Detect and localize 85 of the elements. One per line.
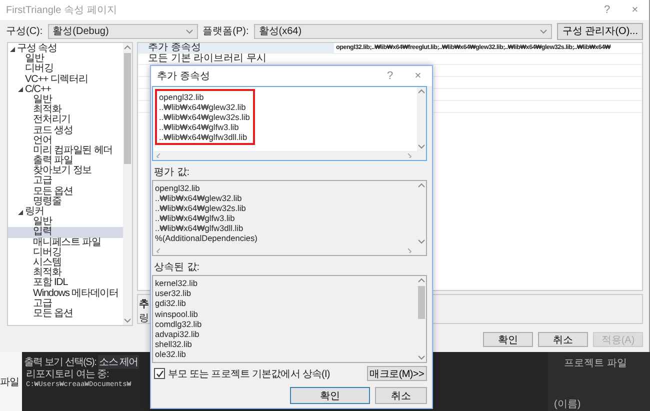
tree-item[interactable]: 고급 <box>8 176 123 187</box>
help-button[interactable]: ? <box>593 0 621 20</box>
tree-item[interactable]: C/C++ <box>8 84 123 95</box>
configuration-label: 구성(C): <box>6 25 43 38</box>
tree-item[interactable]: 시스템 <box>8 258 123 268</box>
dependencies-field[interactable]: opengl32.lib ..₩lib₩x64₩glew32.lib ..₩lib₩x64₩glew32s.lib ..₩lib₩x64₩glfw3.lib ..₩lib₩x64₩glfw3dll.lib <box>152 86 427 161</box>
tree-item[interactable]: 찾아보기 정보 <box>8 166 123 176</box>
scrollbar[interactable] <box>417 87 426 151</box>
window-title: FirstTriangle 속성 페이지 <box>6 4 117 17</box>
side-tab[interactable]: 파일 <box>0 374 19 388</box>
scrollbar[interactable] <box>123 43 132 325</box>
tree-item[interactable]: VC++ 디렉터리 <box>8 74 123 85</box>
list-line: gdi32.lib <box>155 298 187 309</box>
tree-item[interactable]: 구성 속성 <box>8 44 123 54</box>
property-name[interactable]: 모든 기본 라이브러리 무시 <box>138 54 334 64</box>
tree-item[interactable]: 코드 생성 <box>8 126 123 136</box>
list-line: ..₩lib₩x64₩glfw3.lib <box>155 213 236 223</box>
tree-item[interactable]: 미리 컴파일된 헤더 <box>8 146 123 156</box>
output-line: 리포지토리 여는 중: <box>25 369 109 380</box>
tree-item[interactable]: 출력 파일 <box>8 156 123 166</box>
tree-item[interactable]: 포함 IDL <box>8 278 123 288</box>
tree-item[interactable]: 입력 <box>8 227 123 238</box>
close-button[interactable]: × <box>404 66 432 86</box>
scrollbar-thumb[interactable] <box>124 53 131 164</box>
tree-item[interactable]: 디버깅 <box>8 248 123 258</box>
tree-item[interactable]: 전처리기 <box>8 115 123 126</box>
tree-item[interactable]: 언어 <box>8 136 123 146</box>
dialog-button[interactable]: 취소 <box>375 387 427 404</box>
list-line: opengl32.lib <box>155 183 201 193</box>
field-line: ..₩lib₩x64₩glew32.lib <box>159 102 247 112</box>
list-line: ole32.lib <box>155 349 187 360</box>
list-line: user32.lib <box>155 288 192 298</box>
tree-item[interactable]: 모든 옵션 <box>8 186 123 197</box>
expand-arrow-icon[interactable] <box>10 46 15 52</box>
checkbox[interactable] <box>154 368 165 379</box>
dialog-title: 추가 종속성 <box>157 70 210 83</box>
property-item: 프로젝트 파일 <box>563 357 628 370</box>
tree-item[interactable]: 고급 <box>8 298 123 309</box>
platform-label: 플랫폼(P): <box>202 25 249 38</box>
tree-item[interactable]: 명령줄 <box>8 196 123 207</box>
list-line: comdlg32.lib <box>155 318 203 330</box>
field-line: ..₩lib₩x64₩glfw3.lib <box>159 122 240 132</box>
evaluated-label: 평가 값: <box>153 166 191 180</box>
tree-item[interactable]: 링커 <box>8 207 123 218</box>
tree-item[interactable]: Windows 메타데이터 <box>8 288 123 299</box>
dialog-button[interactable]: 확인 <box>290 387 370 404</box>
list-line: ..₩lib₩x64₩glew32.lib <box>155 193 243 203</box>
list-line: ..₩lib₩x64₩glew32s.lib <box>155 203 247 213</box>
macro-button[interactable]: 매크로(M)>> <box>366 366 427 381</box>
dialog-button[interactable]: 취소 <box>538 332 588 347</box>
platform-dropdown[interactable]: 활성(x64) <box>254 24 552 38</box>
field-line: ..₩lib₩x64₩glew32s.lib <box>159 112 250 122</box>
configuration-dropdown[interactable]: 활성(Debug) <box>48 24 198 38</box>
tree-item[interactable]: 최적화 <box>8 268 123 278</box>
list-line: ..₩lib₩x64₩glfw3dll.lib <box>155 223 244 233</box>
tree-item[interactable]: 일반 <box>8 54 123 64</box>
help-button[interactable]: ? <box>376 66 404 86</box>
tree-item[interactable]: 최적화 <box>8 105 123 116</box>
scrollbar-thumb[interactable] <box>418 286 425 319</box>
output-source-dropdown[interactable]: 소스 제어 <box>98 355 139 369</box>
configuration-manager-button[interactable]: 구성 관리자(O)... <box>557 22 643 40</box>
tree-item[interactable]: 모든 옵션 <box>8 308 123 320</box>
list-line: shell32.lib <box>155 339 193 350</box>
property-name-label: (이름) <box>554 398 582 411</box>
inherited-label: 상속된 값: <box>153 261 201 275</box>
list-line: kernel32.lib <box>155 278 198 288</box>
scrollbar[interactable] <box>153 151 426 160</box>
list-line: %(AdditionalDependencies) <box>155 233 258 243</box>
description-text: 링 <box>139 312 149 325</box>
tree-item[interactable]: 일반 <box>8 217 123 228</box>
scrollbar[interactable] <box>417 276 426 362</box>
tree-item[interactable]: 매니페스트 파일 <box>8 238 123 248</box>
dialog-button[interactable]: 확인 <box>483 332 533 347</box>
expand-arrow-icon[interactable] <box>18 87 23 92</box>
close-button[interactable]: × <box>621 0 649 20</box>
checkbox-label[interactable]: 부모 또는 프로젝트 기본값에서 상속(I) <box>168 366 330 380</box>
list-line: winspool.lib <box>155 308 199 319</box>
field-line: opengl32.lib <box>159 92 205 102</box>
output-select-label: 출력 보기 선택(S): <box>24 356 96 369</box>
expand-arrow-icon[interactable] <box>18 210 23 215</box>
list-line: advapi32.lib <box>155 329 200 340</box>
description-title: 추 <box>139 298 149 311</box>
tree-item[interactable]: 일반 <box>8 94 123 106</box>
tree-item[interactable]: 디버깅 <box>8 64 123 75</box>
field-line: ..₩lib₩x64₩glfw3dll.lib <box>159 132 248 142</box>
